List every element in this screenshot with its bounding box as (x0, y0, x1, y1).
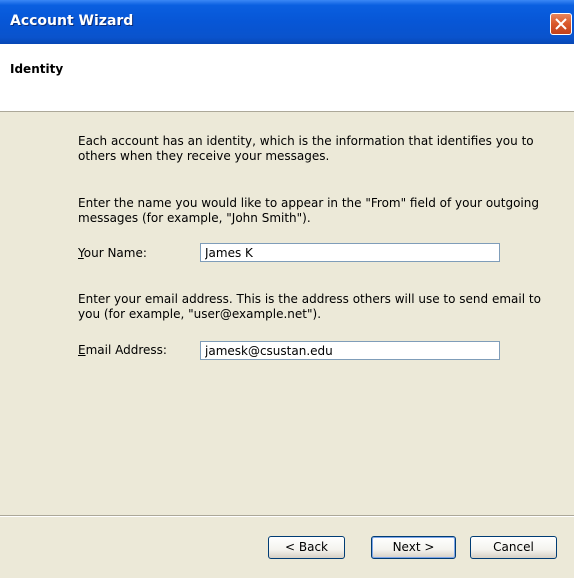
close-icon (555, 18, 567, 30)
intro-text: Each account has an identity, which is t… (78, 134, 534, 163)
cancel-button[interactable]: Cancel (470, 536, 557, 559)
close-button[interactable] (550, 13, 572, 35)
wizard-header: Identity (0, 44, 574, 112)
next-button[interactable]: Next > (371, 536, 456, 559)
name-instructions: Enter the name you would like to appear … (78, 196, 539, 225)
email-address-accesskey: E (78, 343, 86, 357)
window-title: Account Wizard (10, 13, 134, 29)
email-instructions: Enter your email address. This is the ad… (78, 292, 541, 321)
your-name-label: Your Name: (78, 246, 147, 260)
email-address-label: Email Address: (78, 343, 167, 357)
your-name-label-text: our Name: (83, 246, 147, 260)
footer-divider (0, 515, 574, 517)
your-name-input[interactable] (200, 243, 500, 262)
email-address-input[interactable] (200, 341, 500, 360)
page-title: Identity (10, 62, 64, 76)
title-bar[interactable]: Account Wizard (0, 0, 574, 44)
email-address-label-text: mail Address: (85, 343, 167, 357)
back-button[interactable]: < Back (268, 536, 345, 559)
